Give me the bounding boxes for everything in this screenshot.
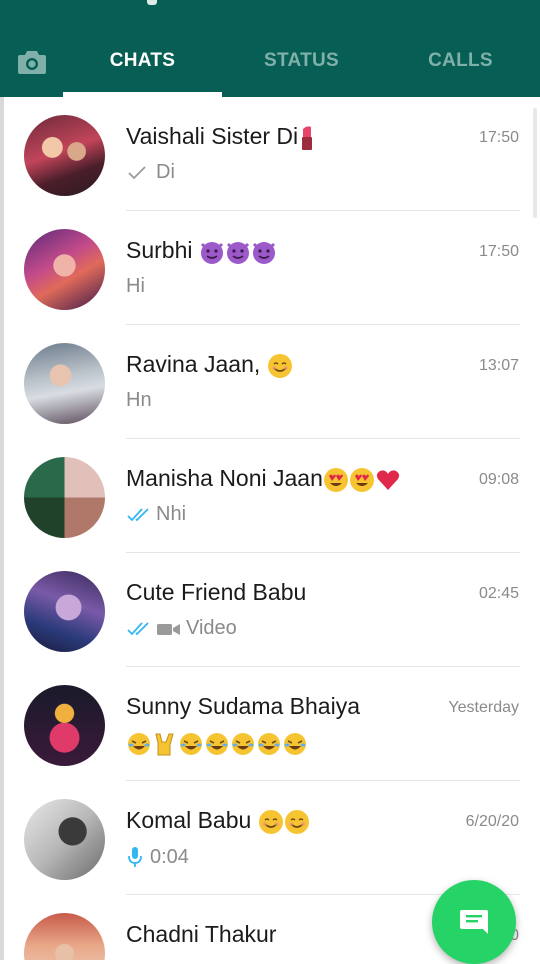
- double-check-read-icon: [127, 621, 149, 635]
- message-preview: Hi: [126, 275, 145, 297]
- red-heart-emoji: [376, 470, 400, 490]
- message-preview: [126, 731, 308, 757]
- single-check-icon: [128, 165, 146, 179]
- smiling-devil-emoji: [226, 241, 249, 264]
- app-header: CHATS STATUS CALLS: [0, 0, 540, 97]
- message-time: 13:07: [478, 357, 519, 374]
- scrollbar[interactable]: [533, 108, 537, 218]
- message-preview: Hn: [126, 389, 152, 411]
- message-time: 02:45: [478, 585, 519, 602]
- contact-name: Sunny Sudama Bhaiya: [126, 693, 360, 719]
- camera-icon: [18, 51, 46, 74]
- camera-tab[interactable]: [16, 46, 48, 78]
- double-check-read-icon: [127, 507, 149, 521]
- message-preview: Di: [126, 161, 175, 184]
- contact-name: Chadni Thakur: [126, 921, 277, 947]
- smiling-face-emoji: [284, 809, 309, 834]
- tab-chats[interactable]: CHATS: [63, 50, 222, 74]
- video-camera-icon: [157, 623, 180, 635]
- message-preview: Nhi: [126, 503, 186, 526]
- avatar[interactable]: [24, 457, 105, 538]
- avatar[interactable]: [24, 799, 105, 880]
- tab-status[interactable]: STATUS: [222, 50, 381, 74]
- message-time: Yesterday: [448, 699, 519, 716]
- message-time: 17:50: [478, 243, 519, 260]
- laughing-emoji: [232, 733, 254, 755]
- laughing-emoji: [206, 733, 228, 755]
- contact-name: Komal Babu: [126, 807, 310, 835]
- avatar[interactable]: [24, 115, 105, 196]
- contact-name: Ravina Jaan,: [126, 351, 293, 379]
- laughing-emoji: [284, 733, 306, 755]
- tab-calls[interactable]: CALLS: [381, 50, 540, 74]
- message-icon: [460, 910, 488, 934]
- message-time: 09:08: [478, 471, 519, 488]
- chat-list[interactable]: Vaishali Sister Di 17:50 Di Surbhi 17:50…: [0, 97, 540, 960]
- title-peek: [147, 0, 157, 5]
- chat-row[interactable]: Surbhi 17:50 Hi: [0, 211, 540, 325]
- message-preview: Video: [126, 617, 237, 640]
- message-time: 17:50: [478, 129, 519, 146]
- laughing-emoji: [128, 733, 150, 755]
- heart-eyes-emoji: [323, 467, 348, 492]
- avatar[interactable]: [24, 343, 105, 424]
- contact-name: Cute Friend Babu: [126, 579, 307, 605]
- smiling-devil-emoji: [252, 241, 275, 264]
- contact-name: Manisha Noni Jaan: [126, 465, 401, 493]
- chat-row[interactable]: Cute Friend Babu 02:45 Video: [0, 553, 540, 667]
- chat-row[interactable]: Komal Babu 6/20/20 0:04: [0, 781, 540, 895]
- message-preview: 0:04: [126, 845, 189, 869]
- laughing-emoji: [258, 733, 280, 755]
- smiling-face-emoji: [258, 809, 283, 834]
- avatar[interactable]: [24, 229, 105, 310]
- lipstick-emoji: [302, 126, 313, 150]
- contact-name: Surbhi: [126, 237, 277, 265]
- avatar[interactable]: [24, 913, 105, 960]
- chat-row[interactable]: Manisha Noni Jaan 09:08 Nhi: [0, 439, 540, 553]
- message-time: 6/20/20: [465, 813, 519, 830]
- chat-row[interactable]: Ravina Jaan, 13:07 Hn: [0, 325, 540, 439]
- contact-name: Vaishali Sister Di: [126, 123, 316, 151]
- rock-hand-emoji: [155, 733, 174, 756]
- chat-row[interactable]: Vaishali Sister Di 17:50 Di: [0, 97, 540, 211]
- microphone-icon: [128, 847, 142, 867]
- laughing-emoji: [180, 733, 202, 755]
- avatar[interactable]: [24, 571, 105, 652]
- chat-row[interactable]: Sunny Sudama Bhaiya Yesterday: [0, 667, 540, 781]
- smiling-face-emoji: [267, 353, 292, 378]
- new-chat-button[interactable]: [432, 880, 516, 964]
- heart-eyes-emoji: [349, 467, 374, 492]
- smiling-devil-emoji: [200, 241, 223, 264]
- avatar[interactable]: [24, 685, 105, 766]
